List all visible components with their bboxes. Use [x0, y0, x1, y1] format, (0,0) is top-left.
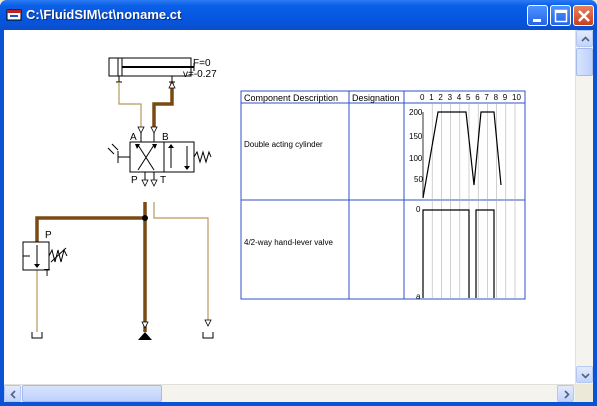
application-window: C:\FluidSIM\ct\noname.ct F=0 v=-0.27 A B… — [0, 0, 597, 406]
time-tick-label: 0 — [420, 93, 425, 102]
valve-state-curve — [422, 209, 495, 298]
chevron-down-icon — [581, 373, 590, 379]
row-component-cylinder: Double acting cylinder — [244, 140, 323, 149]
minimize-icon — [533, 19, 541, 22]
valve-port-b: B — [162, 132, 169, 143]
pipe-active — [35, 82, 174, 332]
relief-valve-port-t: T — [44, 268, 51, 279]
chevron-right-icon — [564, 390, 570, 399]
title-bar[interactable]: C:\FluidSIM\ct\noname.ct — [0, 0, 597, 30]
row-component-valve: 4/2-way hand-lever valve — [244, 238, 333, 247]
time-tick-label: 9 — [502, 93, 508, 102]
window-title: C:\FluidSIM\ct\noname.ct — [26, 7, 182, 22]
circuit-canvas[interactable]: F=0 v=-0.27 A B P T P T Component Descri… — [4, 30, 575, 384]
column-header-designation: Designation — [352, 93, 400, 103]
vertical-scrollbar[interactable] — [575, 30, 593, 384]
time-tick-label: 1 — [429, 93, 434, 102]
maximize-button[interactable] — [550, 5, 571, 26]
vertical-scroll-thumb[interactable] — [576, 48, 593, 76]
close-button[interactable] — [573, 5, 594, 26]
double-acting-cylinder[interactable] — [108, 57, 195, 77]
time-tick-label: 3 — [447, 93, 453, 102]
cylinder-velocity-label: v=-0.27 — [183, 69, 217, 80]
time-tick-label: 5 — [466, 93, 471, 102]
level-label: 100 — [409, 154, 423, 163]
horizontal-scroll-thumb[interactable] — [22, 385, 162, 402]
minimize-button[interactable] — [527, 5, 548, 26]
pressure-relief-valve[interactable] — [22, 241, 68, 271]
maximize-icon — [554, 9, 568, 23]
junction-dot — [142, 215, 148, 221]
relief-valve-port-p: P — [45, 230, 52, 241]
horizontal-scrollbar[interactable] — [4, 384, 575, 402]
scroll-left-button[interactable] — [4, 385, 21, 402]
level-label: a — [416, 292, 421, 301]
pump-symbol — [138, 332, 152, 340]
level-label: 0 — [416, 205, 421, 214]
time-tick-label: 10 — [512, 93, 521, 102]
time-tick-label: 6 — [475, 93, 480, 102]
cylinder-force-label: F=0 — [193, 58, 211, 69]
pipe-idle — [118, 82, 209, 320]
valve-port-a: A — [130, 132, 137, 143]
time-tick-label: 2 — [438, 93, 443, 102]
circuit-diagram — [22, 57, 526, 340]
column-header-component: Component Description — [244, 93, 339, 103]
cylinder-state-curve — [422, 111, 502, 199]
hand-lever-valve[interactable] — [107, 133, 212, 180]
state-diagram-table[interactable] — [240, 90, 526, 300]
level-label: 50 — [414, 175, 423, 184]
level-label: 200 — [409, 108, 423, 117]
time-tick-label: 4 — [456, 93, 462, 102]
valve-port-p: P — [131, 175, 138, 186]
level-label: 150 — [409, 132, 423, 141]
close-icon — [578, 10, 590, 22]
chevron-left-icon — [10, 390, 16, 399]
valve-port-t: T — [160, 175, 167, 186]
scroll-down-button[interactable] — [576, 366, 593, 383]
tank-symbol — [31, 332, 214, 339]
scroll-right-button[interactable] — [557, 385, 574, 402]
scroll-corner — [575, 384, 593, 402]
fluidsim-app-icon[interactable] — [6, 7, 22, 23]
scroll-up-button[interactable] — [576, 30, 593, 47]
chevron-up-icon — [581, 36, 590, 42]
time-grid — [431, 104, 516, 298]
document-area: F=0 v=-0.27 A B P T P T Component Descri… — [4, 30, 593, 402]
time-tick-label: 8 — [493, 93, 499, 102]
time-tick-label: 7 — [484, 93, 489, 102]
